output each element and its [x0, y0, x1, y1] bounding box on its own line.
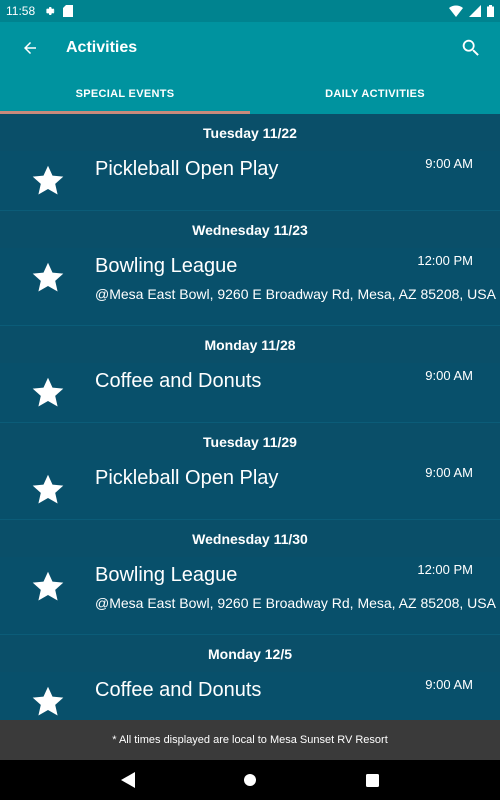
event-time: 9:00 AM	[425, 465, 473, 480]
date-header: Wednesday 11/30	[0, 520, 500, 557]
nav-recents-button[interactable]	[357, 765, 387, 795]
star-icon	[0, 672, 95, 720]
timezone-note: * All times displayed are local to Mesa …	[0, 720, 500, 760]
date-header: Monday 12/5	[0, 635, 500, 672]
system-nav-bar	[0, 760, 500, 800]
event-time: 12:00 PM	[417, 253, 473, 268]
star-icon	[0, 557, 95, 634]
app-bar: Activities	[0, 22, 500, 74]
circle-home-icon	[244, 774, 256, 786]
triangle-back-icon	[121, 772, 135, 788]
event-list[interactable]: Tuesday 11/22 Pickleball Open Play 9:00 AM…	[0, 114, 500, 720]
event-item[interactable]: Coffee and Donuts 9:00 AM	[0, 363, 500, 423]
event-time: 9:00 AM	[425, 677, 473, 692]
date-header: Wednesday 11/23	[0, 211, 500, 248]
page-title: Activities	[66, 39, 138, 56]
date-header: Monday 11/28	[0, 326, 500, 363]
event-item[interactable]: Bowling League @Mesa East Bowl, 9260 E Br…	[0, 248, 500, 326]
date-header: Tuesday 11/29	[0, 423, 500, 460]
star-icon	[0, 151, 95, 210]
wifi-icon	[449, 5, 463, 17]
star-icon	[0, 248, 95, 325]
event-time: 9:00 AM	[425, 156, 473, 171]
nav-back-button[interactable]	[113, 765, 143, 795]
status-bar: 11:58	[0, 0, 500, 22]
date-header: Tuesday 11/22	[0, 114, 500, 151]
event-item[interactable]: Pickleball Open Play 9:00 AM	[0, 460, 500, 520]
event-location: @Mesa East Bowl, 9260 E Broadway Rd, Mes…	[95, 286, 496, 302]
arrow-back-icon	[24, 42, 36, 54]
status-time: 11:58	[6, 4, 36, 18]
settings-icon	[43, 5, 55, 17]
star-icon	[0, 363, 95, 422]
event-location: @Mesa East Bowl, 9260 E Broadway Rd, Mes…	[95, 595, 496, 611]
sd-card-icon	[63, 5, 74, 17]
search-icon	[462, 39, 479, 56]
search-button[interactable]	[442, 22, 500, 74]
event-time: 12:00 PM	[417, 562, 473, 577]
back-button[interactable]	[0, 22, 60, 74]
tab-special-events[interactable]: SPECIAL EVENTS	[0, 74, 250, 114]
event-item[interactable]: Coffee and Donuts 9:00 AM	[0, 672, 500, 720]
event-item[interactable]: Bowling League @Mesa East Bowl, 9260 E Br…	[0, 557, 500, 635]
square-recents-icon	[365, 773, 379, 787]
event-time: 9:00 AM	[425, 368, 473, 383]
tab-bar: SPECIAL EVENTS DAILY ACTIVITIES	[0, 74, 500, 114]
battery-icon	[487, 5, 494, 17]
nav-home-button[interactable]	[235, 765, 265, 795]
event-item[interactable]: Pickleball Open Play 9:00 AM	[0, 151, 500, 211]
star-icon	[0, 460, 95, 519]
signal-icon	[469, 5, 481, 17]
tab-daily-activities[interactable]: DAILY ACTIVITIES	[250, 74, 500, 114]
